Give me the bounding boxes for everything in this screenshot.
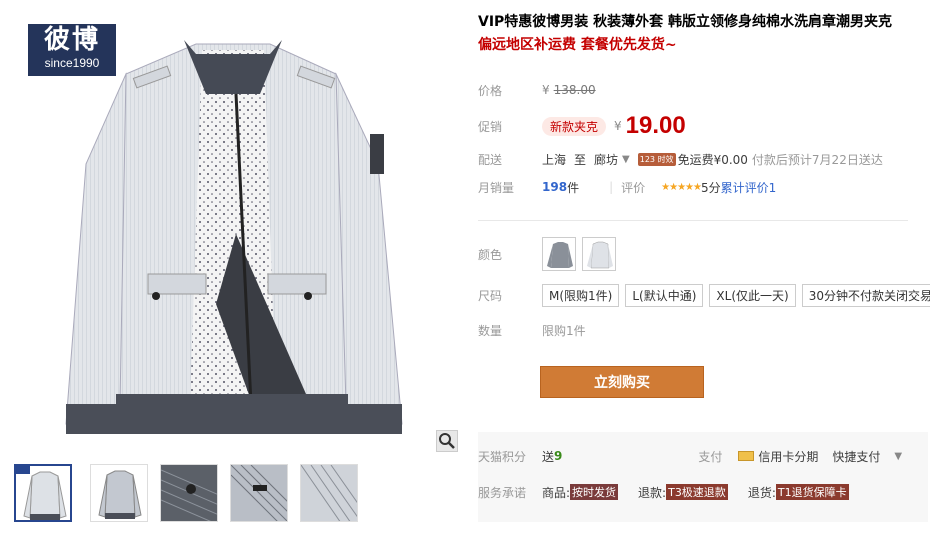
delivery-row: 配送 上海 至 廊坊 ▼ 123 时效 免运费¥0.00 付款后预计7月22日送… (478, 149, 883, 169)
thumbnail-4[interactable] (230, 464, 288, 522)
thumb-detail-fabric (301, 465, 357, 521)
promo-label: 促销 (478, 119, 503, 134)
product-title: VIP特惠彼博男装 秋装薄外套 韩版立领修身纯棉水洗肩章潮男夹克 (478, 14, 893, 30)
chevron-down-icon[interactable]: ▼ (894, 451, 902, 462)
color-row: 颜色 (478, 236, 622, 272)
chevron-down-icon[interactable]: ▼ (622, 154, 630, 165)
swatch-jacket-image (583, 238, 615, 270)
goods-label: 商品: (542, 485, 571, 500)
delivery-label: 配送 (478, 152, 503, 167)
color-swatch-gray[interactable] (542, 237, 576, 271)
delivery-eta: 付款后预计7月22日送达 (751, 152, 883, 167)
sales-unit: 件 (567, 180, 580, 195)
thumbnail-5[interactable] (300, 464, 358, 522)
refund-promise-tag[interactable]: T3极速退款 (666, 484, 728, 500)
sales-count: 198 (542, 180, 568, 194)
service-label: 服务承诺 (478, 485, 527, 500)
payment-label: 支付 (698, 449, 723, 464)
rating-stars-icon: ★★★★★ (661, 181, 702, 193)
goods-promise-tag[interactable]: 按时发货 (570, 484, 619, 500)
brand-tagline: since1990 (44, 56, 100, 70)
return-label: 退货: (747, 485, 776, 500)
delivery-to-word: 至 (574, 152, 587, 167)
quantity-row: 数量 限购1件 (478, 320, 586, 340)
points-row: 天猫积分 送 9 支付 信用卡分期 快捷支付 ▼ (478, 446, 902, 466)
thumbnail-2[interactable] (90, 464, 148, 522)
thumb-jacket-front (16, 466, 70, 520)
points-label: 天猫积分 (478, 449, 527, 464)
delivery-from: 上海 (542, 152, 567, 167)
promo-row: 促销 新款夹克 ¥ 19.00 (478, 112, 686, 140)
color-swatch-white[interactable] (582, 237, 616, 271)
product-detail: VIP特惠彼博男装 秋装薄外套 韩版立领修身纯棉水洗肩章潮男夹克 偏远地区补运费… (478, 12, 928, 56)
thumbnail-1[interactable] (14, 464, 72, 522)
product-subtitle: 偏远地区补运费 套餐优先发货~ (478, 37, 677, 53)
size-label: 尺码 (478, 288, 503, 303)
rating-label: 评价 (621, 180, 646, 195)
thumb-detail-zipper (231, 465, 287, 521)
size-option-notice[interactable]: 30分钟不付款关闭交易 (801, 283, 930, 307)
product-main-image[interactable]: 彼博 since1990 (6, 4, 460, 454)
refund-label: 退款: (638, 485, 667, 500)
magnifier-icon (439, 433, 455, 449)
buy-now-button[interactable]: 立刻购买 (540, 366, 704, 398)
quantity-label: 数量 (478, 323, 503, 338)
service-row: 服务承诺 商品: 按时发货 退款: T3极速退款 退货: T1退货保障卡 (478, 482, 849, 502)
size-row: 尺码 M(限购1件) L(默认中通) XL(仅此一天) 30分钟不付款关闭交易 (478, 283, 930, 307)
zoom-button[interactable] (436, 430, 458, 452)
sales-label: 月销量 (478, 180, 515, 195)
thumb-detail-button (161, 465, 217, 521)
price-row: 价格 ¥ 138.00 (478, 80, 596, 100)
rating-score: 5分 (700, 180, 721, 195)
thumb-jacket-back (91, 465, 147, 521)
quick-pay-option[interactable]: 快捷支付 (832, 448, 880, 465)
promo-price: 19.00 (625, 112, 686, 139)
size-option-xl[interactable]: XL(仅此一天) (709, 283, 796, 307)
brand-logo: 彼博 since1990 (28, 24, 116, 76)
promo-tag: 新款夹克 (542, 116, 607, 136)
points-value: 9 (554, 449, 563, 463)
quantity-limit: 限购1件 (542, 323, 586, 338)
selected-marker (16, 466, 30, 474)
installment-option[interactable]: 信用卡分期 (758, 448, 818, 465)
delivery-destination[interactable]: 廊坊 (594, 151, 618, 168)
points-send: 送 (542, 449, 555, 464)
size-option-l[interactable]: L(默认中通) (625, 283, 704, 307)
original-price: 138.00 (553, 83, 596, 97)
divider: | (609, 180, 614, 194)
sales-row: 月销量 198 件 | 评价 ★★★★★ 5分 累计评价1 (478, 177, 776, 197)
promo-currency: ¥ (614, 119, 622, 133)
size-option-m[interactable]: M(限购1件) (542, 283, 620, 307)
swatch-jacket-image (543, 238, 575, 270)
color-label: 颜色 (478, 247, 503, 262)
brand-name: 彼博 (43, 25, 100, 55)
divider-line (478, 220, 908, 221)
product-gallery: 彼博 since1990 (6, 4, 460, 534)
price-currency: ¥ (542, 83, 550, 97)
review-count-link[interactable]: 累计评价1 (721, 179, 777, 196)
timeliness-badge: 123 时效 (637, 152, 676, 166)
shipping-fee: 免运费¥0.00 (677, 152, 748, 167)
price-label: 价格 (478, 83, 503, 98)
return-promise-tag[interactable]: T1退货保障卡 (775, 484, 849, 500)
credit-card-icon (738, 451, 755, 461)
thumbnail-3[interactable] (160, 464, 218, 522)
